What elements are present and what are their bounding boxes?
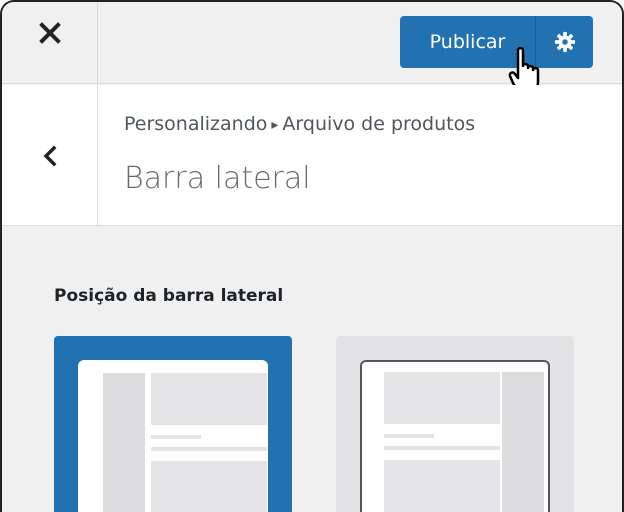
customizer-window: Publicar Personalizando ▸ Arquivo de pro…: [0, 0, 624, 512]
section-title: Barra lateral: [124, 161, 311, 196]
publish-group: Publicar: [400, 16, 593, 68]
breadcrumb-current: Arquivo de produtos: [282, 113, 476, 135]
preview-content-block: [384, 460, 500, 512]
sidebar-left-option[interactable]: [54, 336, 292, 512]
sidebar-position-label: Posição da barra lateral: [54, 286, 284, 306]
breadcrumb-separator: ▸: [271, 117, 279, 133]
section-title-panel: Personalizando ▸ Arquivo de produtos Barra…: [2, 85, 622, 226]
back-button[interactable]: [2, 85, 98, 226]
customizer-header: Publicar: [2, 2, 622, 94]
breadcrumb: Personalizando ▸ Arquivo de produtos: [124, 113, 475, 135]
preview-text-line: [384, 446, 500, 450]
preview-text-line: [151, 447, 267, 451]
preview-sidebar-block: [502, 372, 544, 512]
sidebar-right-option[interactable]: [336, 336, 574, 512]
preview-sidebar-block: [103, 373, 145, 512]
breadcrumb-parent: Personalizando: [124, 113, 268, 135]
preview-text-line: [151, 435, 201, 439]
close-button[interactable]: [2, 2, 98, 84]
sidebar-right-preview: [360, 360, 550, 512]
preview-content-block: [151, 461, 267, 512]
chevron-left-icon: [43, 145, 56, 166]
preview-text-line: [384, 434, 434, 438]
preview-header-block: [384, 372, 500, 424]
publish-button-label: Publicar: [429, 31, 506, 53]
preview-header-block: [151, 373, 267, 425]
close-icon: [38, 22, 61, 44]
sidebar-left-preview: [78, 360, 268, 512]
gear-icon: [554, 31, 575, 53]
